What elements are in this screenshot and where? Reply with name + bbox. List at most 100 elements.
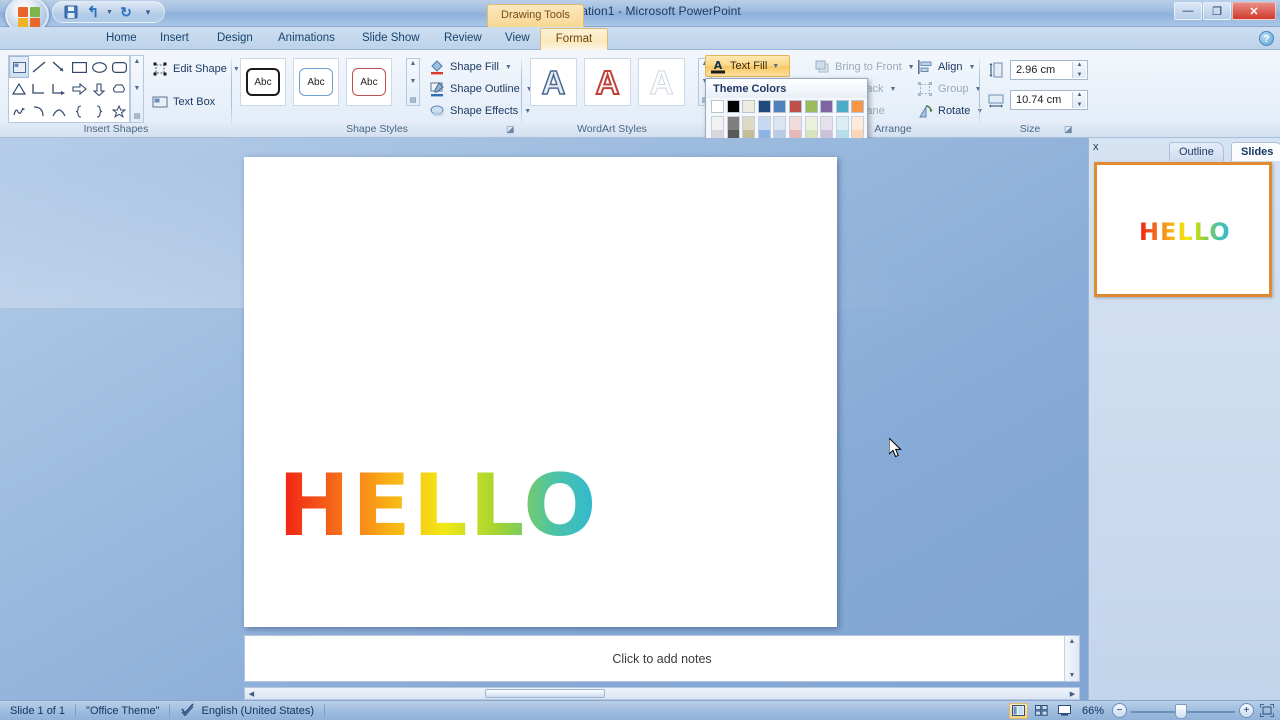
shape-rectangle[interactable] — [69, 56, 89, 78]
text-fill-button[interactable]: A Text Fill ▼ — [705, 55, 790, 77]
scroll-right-icon[interactable]: ▶ — [1066, 688, 1079, 699]
zoom-level-label[interactable]: 66% — [1078, 705, 1108, 717]
shape-width-field[interactable]: 10.74 cm ▲ ▼ — [1010, 90, 1088, 110]
tab-design[interactable]: Design — [207, 28, 263, 50]
theme-color-swatch-3[interactable] — [757, 100, 771, 113]
shape-rounded-rectangle[interactable] — [109, 56, 129, 78]
shape-scribble[interactable] — [9, 100, 29, 122]
shape-right-arrow[interactable] — [69, 78, 89, 100]
tab-home[interactable]: Home — [96, 28, 147, 50]
shape-style-thumb-3[interactable]: Abc — [346, 58, 392, 106]
theme-color-variant-6-0[interactable] — [804, 116, 818, 130]
styles-scroll-down-icon[interactable]: ▼ — [410, 78, 417, 85]
rotate-button[interactable]: Rotate ▼ — [912, 100, 988, 122]
zoom-slider-thumb[interactable] — [1175, 703, 1187, 719]
theme-color-swatch-1[interactable] — [726, 100, 740, 113]
scroll-left-icon[interactable]: ◀ — [245, 688, 258, 699]
shapes-scroll-down-icon[interactable]: ▼ — [134, 85, 141, 92]
stepper-down-icon[interactable]: ▼ — [1077, 72, 1083, 78]
shape-right-brace[interactable] — [89, 100, 109, 122]
wordart-text[interactable]: HELLO — [278, 463, 598, 549]
shape-oval[interactable] — [89, 56, 109, 78]
chevron-down-icon[interactable]: ▼ — [889, 86, 896, 93]
tab-slides[interactable]: Slides — [1231, 142, 1280, 161]
zoom-in-button[interactable]: + — [1239, 703, 1254, 718]
text-box-button[interactable]: Text Box — [147, 91, 220, 113]
theme-color-swatch-0[interactable] — [711, 100, 724, 113]
chevron-down-icon[interactable]: ▼ — [505, 64, 512, 71]
minimize-button[interactable]: — — [1174, 2, 1202, 20]
chevron-down-icon[interactable]: ▼ — [968, 64, 975, 71]
wordart-style-thumb-2[interactable]: A — [584, 58, 631, 106]
stepper-up-icon[interactable]: ▲ — [1077, 62, 1083, 68]
shape-elbow-arrow-connector[interactable] — [49, 78, 69, 100]
group-button[interactable]: Group ▼ — [912, 78, 987, 100]
theme-color-variant-3-0[interactable] — [757, 116, 771, 130]
zoom-out-button[interactable]: − — [1112, 703, 1127, 718]
shape-styles-scrollbar[interactable]: ▲ ▼ ▤ — [406, 58, 420, 106]
styles-scroll-up-icon[interactable]: ▲ — [410, 60, 417, 67]
horizontal-scroll-thumb[interactable] — [485, 689, 605, 698]
theme-color-swatch-5[interactable] — [788, 100, 802, 113]
theme-color-variant-1-0[interactable] — [726, 116, 740, 130]
slide-sorter-button[interactable] — [1032, 703, 1051, 719]
shape-left-brace[interactable] — [69, 100, 89, 122]
shape-curve[interactable] — [49, 100, 69, 122]
theme-color-swatch-4[interactable] — [773, 100, 787, 113]
shape-down-arrow[interactable] — [89, 78, 109, 100]
fit-to-window-icon[interactable] — [1258, 703, 1276, 718]
size-dialog-launcher[interactable]: ◪ — [1064, 124, 1075, 135]
help-icon[interactable]: ? — [1259, 31, 1274, 46]
slide-indicator[interactable]: Slide 1 of 1 — [0, 704, 75, 718]
theme-indicator[interactable]: "Office Theme" — [76, 704, 169, 718]
styles-more-icon[interactable]: ▤ — [410, 96, 417, 104]
theme-color-variant-4-0[interactable] — [773, 116, 787, 130]
tab-format[interactable]: Format — [540, 28, 608, 50]
theme-color-swatch-9[interactable] — [851, 100, 865, 113]
tab-review[interactable]: Review — [434, 28, 492, 50]
theme-color-variant-0-0[interactable] — [711, 116, 724, 130]
shapes-gallery-scrollbar[interactable]: ▲ ▼ ▤ — [130, 55, 144, 123]
notes-pane[interactable]: Click to add notes ▲ ▼ — [244, 635, 1080, 682]
shape-styles-dialog-launcher[interactable]: ◪ — [506, 124, 517, 135]
slide-thumbnail[interactable]: HELLO — [1094, 162, 1272, 297]
shape-line[interactable] — [29, 56, 49, 78]
shapes-scroll-up-icon[interactable]: ▲ — [134, 58, 141, 65]
bring-to-front-button[interactable]: Bring to Front ▼ — [809, 56, 920, 78]
restore-button[interactable]: ❐ — [1203, 2, 1231, 20]
stepper-up-icon[interactable]: ▲ — [1077, 92, 1083, 98]
shape-height-field[interactable]: 2.96 cm ▲ ▼ — [1010, 60, 1088, 80]
theme-color-variant-7-0[interactable] — [820, 116, 834, 130]
shape-elbow-connector[interactable] — [29, 78, 49, 100]
shape-fill-button[interactable]: Shape Fill ▼ — [424, 56, 517, 78]
wordart-styles-gallery[interactable]: A A A — [530, 58, 685, 106]
slide-show-button[interactable] — [1055, 703, 1074, 719]
notes-scrollbar[interactable]: ▲ ▼ — [1064, 636, 1079, 681]
shape-effects-button[interactable]: Shape Effects ▼ — [424, 100, 536, 122]
shapes-gallery-more-icon[interactable]: ▤ — [134, 112, 141, 120]
tab-animations[interactable]: Animations — [268, 28, 345, 50]
horizontal-scrollbar[interactable]: ◀ ▶ — [244, 687, 1080, 700]
notes-scroll-up-icon[interactable]: ▲ — [1069, 638, 1076, 645]
language-indicator[interactable]: English (United States) — [170, 702, 324, 718]
tab-insert[interactable]: Insert — [150, 28, 199, 50]
wordart-style-thumb-3[interactable]: A — [638, 58, 685, 106]
wordart-style-thumb-1[interactable]: A — [530, 58, 577, 106]
shape-textbox[interactable] — [9, 56, 29, 78]
theme-color-variant-9-0[interactable] — [851, 116, 865, 130]
stepper-down-icon[interactable]: ▼ — [1077, 102, 1083, 108]
theme-colors-base-row[interactable] — [706, 98, 867, 113]
shapes-gallery[interactable] — [8, 55, 130, 123]
shape-cloud-callout[interactable] — [109, 78, 129, 100]
tab-slide-show[interactable]: Slide Show — [352, 28, 430, 50]
shape-triangle[interactable] — [9, 78, 29, 100]
theme-color-swatch-6[interactable] — [804, 100, 818, 113]
shape-arc[interactable] — [29, 100, 49, 122]
theme-color-variant-8-0[interactable] — [835, 116, 849, 130]
theme-color-variant-5-0[interactable] — [788, 116, 802, 130]
zoom-slider[interactable] — [1131, 703, 1235, 719]
shape-height-stepper[interactable]: ▲ ▼ — [1072, 62, 1086, 78]
shape-style-thumb-2[interactable]: Abc — [293, 58, 339, 106]
theme-color-swatch-7[interactable] — [820, 100, 834, 113]
shape-arrow[interactable] — [49, 56, 69, 78]
